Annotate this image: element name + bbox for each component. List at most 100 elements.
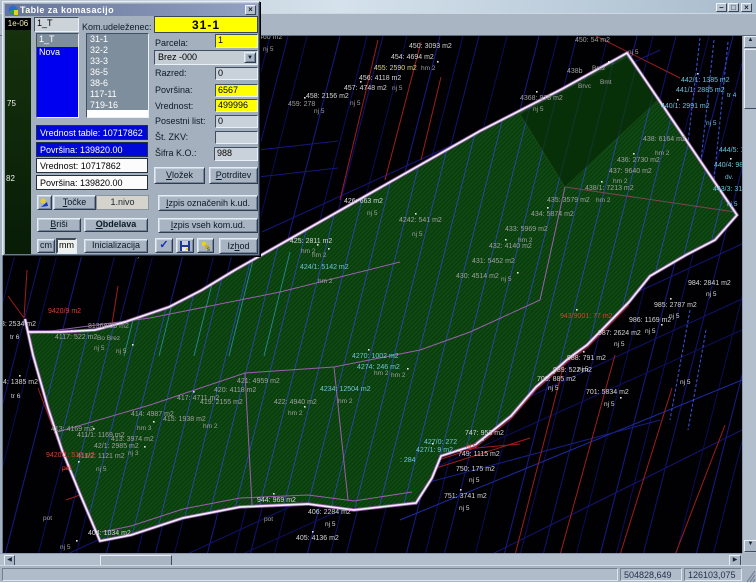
svg-text:405: 4136 m2: 405: 4136 m2 [296,535,339,542]
svg-text:432: 4140 m2: 432: 4140 m2 [489,243,532,250]
svg-text:hm 2: hm 2 [421,65,436,72]
svg-text:hm 3: hm 3 [137,425,152,432]
svg-text:hm 2: hm 2 [312,252,327,259]
svg-text:3: 2534 m2: 3: 2534 m2 [1,321,36,328]
svg-text:9420/1: 512 m2: 9420/1: 512 m2 [46,452,95,459]
svg-text:701: 5834 m2: 701: 5834 m2 [586,389,629,396]
svg-text:hm 2: hm 2 [596,197,611,204]
svg-text:413: 3974 m2: 413: 3974 m2 [111,436,154,443]
svg-text:nj 5: nj 5 [350,100,361,107]
svg-text:Bo Brez: Bo Brez [97,335,120,342]
svg-text:440/1: 2991 m2: 440/1: 2991 m2 [661,103,710,110]
svg-text:430: 4514 m2: 430: 4514 m2 [456,273,499,280]
svg-text:nj 5: nj 5 [533,106,544,113]
svg-text:nj 5: nj 5 [94,345,105,352]
svg-text:987: 2624 m2: 987: 2624 m2 [598,330,641,337]
svg-text:pot: pot [264,516,273,523]
svg-text:nj 5: nj 5 [96,466,107,473]
svg-text:tr 6: tr 6 [10,334,20,341]
svg-text:455: 2590 m2: 455: 2590 m2 [374,65,417,72]
svg-text:hm 2: hm 2 [391,372,406,379]
svg-text:4234: 12504 m2: 4234: 12504 m2 [320,386,371,393]
svg-text:hm 2: hm 2 [288,410,303,417]
svg-text:443/3: 31: 443/3: 31 [713,186,742,193]
svg-text:Brez: Brez [592,65,605,72]
svg-text:nj 5: nj 5 [469,477,480,484]
svg-text:nj 5: nj 5 [116,348,127,355]
svg-text:nj 5: nj 5 [314,108,325,115]
svg-text:988: 791 m2: 988: 791 m2 [567,355,606,362]
svg-text:459: 278: 459: 278 [288,101,315,108]
svg-text:435: 3579 m2: 435: 3579 m2 [547,197,590,204]
svg-text:700: 885 m2: 700: 885 m2 [537,376,576,383]
svg-text:442/1: 1385 m2: 442/1: 1385 m2 [681,77,730,84]
svg-text:tr 6: tr 6 [11,393,21,400]
svg-text:415: 1938 m2: 415: 1938 m2 [163,416,206,423]
svg-text:nj 5: nj 5 [325,521,336,528]
svg-text:427/0: 272: 427/0: 272 [424,439,457,446]
svg-text:nj 3: nj 3 [128,450,139,457]
svg-text:433: 5969 m2: 433: 5969 m2 [505,226,548,233]
svg-text:hm 2: hm 2 [613,178,628,185]
svg-text:nj 5: nj 5 [706,291,717,298]
svg-text:dv.: dv. [725,174,733,181]
svg-text:Brvc: Brvc [578,83,592,90]
svg-text:750: 175 m2: 750: 175 m2 [456,466,495,473]
svg-text:hm 2: hm 2 [655,150,670,157]
svg-text:pot: pot [62,465,71,472]
svg-text:450: 3093 m2: 450: 3093 m2 [409,43,452,50]
svg-text:458: 2156 m2: 458: 2156 m2 [306,93,349,100]
svg-text:nj 5: nj 5 [680,379,691,386]
svg-text:450: 54 m2: 450: 54 m2 [575,37,610,44]
svg-text:984: 2841 m2: 984: 2841 m2 [688,280,731,287]
svg-text:437: 9640 m2: 437: 9640 m2 [609,168,652,175]
svg-text:nj 5: nj 5 [263,46,274,53]
svg-text:421: 4959 m2: 421: 4959 m2 [237,378,280,385]
svg-text:nj 5: nj 5 [727,201,738,208]
svg-text:431: 5452 m2: 431: 5452 m2 [472,258,515,265]
svg-text:460 m2: 460 m2 [259,36,282,41]
svg-text:438b: 438b [567,68,583,75]
svg-text:nj 5: nj 5 [60,544,71,551]
svg-text:441/1: 2885 m2: 441/1: 2885 m2 [676,87,725,94]
svg-text:4: 1385 m2: 4: 1385 m2 [3,379,38,386]
svg-text:tr 4: tr 4 [727,92,737,99]
svg-text:749: 1115 m2: 749: 1115 m2 [458,451,500,458]
svg-text:Bmt: Bmt [600,79,612,86]
svg-text:438: 6164 m2: 438: 6164 m2 [643,136,686,143]
svg-text:s: s [207,247,210,252]
svg-text:943/9001: 77 m2: 943/9001: 77 m2 [560,313,613,320]
svg-text:hm 2: hm 2 [203,423,218,430]
svg-text:nj 5: nj 5 [466,443,477,450]
svg-text:427/1: 9 m2: 427/1: 9 m2 [416,447,453,454]
svg-text:4270: 1002 m2: 4270: 1002 m2 [352,353,399,360]
svg-text:4117: 522 m2: 4117: 522 m2 [55,334,97,341]
svg-text:420: 4118 m2: 420: 4118 m2 [214,387,256,394]
svg-text:454: 4694 m2: 454: 4694 m2 [391,54,434,61]
svg-text:42/1: 2985 m2: 42/1: 2985 m2 [94,443,139,450]
svg-text:751: 3741 m2: 751: 3741 m2 [444,493,487,500]
svg-text:nj 5: nj 5 [501,276,512,283]
svg-text:nj 5: nj 5 [412,231,423,238]
svg-text:hm 2: hm 2 [318,278,333,285]
svg-text:426: 663 m2: 426: 663 m2 [344,198,383,205]
svg-text:436: 2730 m2: 436: 2730 m2 [617,157,660,164]
svg-text:425: 2811 m2: 425: 2811 m2 [290,238,332,245]
svg-text:9420/9 m2: 9420/9 m2 [48,308,81,315]
svg-text:81368/0b m2: 81368/0b m2 [88,323,129,330]
svg-text:440/4: 989: 440/4: 989 [714,162,742,169]
svg-text:nj 5: nj 5 [645,328,656,335]
svg-text:nj 5: nj 5 [604,401,615,408]
svg-text:422: 4940 m2: 422: 4940 m2 [274,399,317,406]
svg-text:nj 5: nj 5 [706,120,717,127]
svg-text:986: 1169 m2: 986: 1169 m2 [629,317,671,324]
svg-text:406: 2284 m2: 406: 2284 m2 [308,509,351,516]
svg-text:985: 2787 m2: 985: 2787 m2 [654,302,697,309]
svg-text:434: 5874 m2: 434: 5874 m2 [531,211,574,218]
svg-text:hm 2: hm 2 [338,398,353,405]
svg-text:nj 5: nj 5 [578,366,589,373]
svg-text:444/5: 1: 444/5: 1 [719,147,742,154]
svg-text:404: 1034 m2: 404: 1034 m2 [88,530,131,537]
svg-text:nj 5: nj 5 [548,385,559,392]
svg-text:419: 2155 m2: 419: 2155 m2 [200,399,243,406]
